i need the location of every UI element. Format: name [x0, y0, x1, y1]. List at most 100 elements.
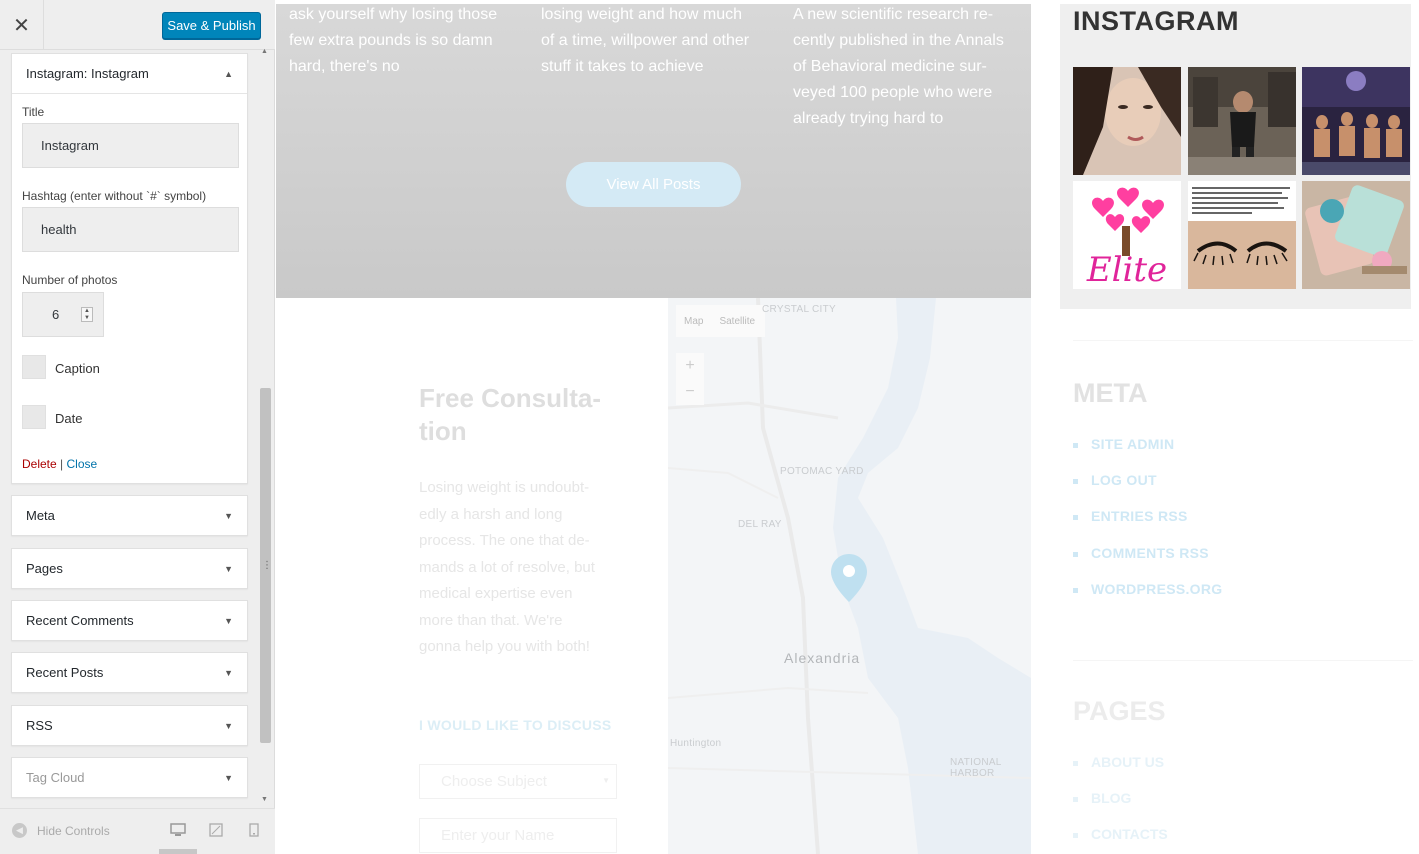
resize-grip-icon[interactable]: ⋮: [262, 560, 272, 571]
scroll-up-icon[interactable]: ▲: [261, 48, 268, 55]
zoom-in-button[interactable]: +: [676, 353, 704, 379]
meta-link-entries-rss[interactable]: ENTRIES RSS: [1073, 508, 1222, 544]
meta-link-wordpress-org[interactable]: WORDPRESS.ORG: [1073, 581, 1222, 617]
widget-rss[interactable]: RSS ▼: [11, 705, 248, 746]
widget-label: Recent Posts: [26, 665, 104, 680]
map-label: DEL RAY: [738, 519, 782, 530]
hashtag-input[interactable]: health: [22, 207, 239, 252]
hashtag-label: Hashtag (enter without `#` symbol): [22, 189, 207, 203]
caret-down-icon[interactable]: ▼: [224, 511, 233, 521]
consultation-text: Losing weight is undoubt- edly a harsh a…: [419, 475, 624, 661]
view-all-posts-button[interactable]: View All Posts: [566, 162, 741, 207]
widget-recent-comments[interactable]: Recent Comments ▼: [11, 600, 248, 641]
delete-link[interactable]: Delete: [22, 457, 57, 471]
elite-logo-text: Elite: [1086, 250, 1167, 289]
text-line: Losing weight is undoubt-: [419, 479, 590, 496]
divider: [1073, 340, 1413, 341]
meta-link-comments-rss[interactable]: COMMENTS RSS: [1073, 545, 1222, 581]
instagram-photo[interactable]: [1073, 67, 1181, 175]
widget-meta[interactable]: Meta ▼: [11, 495, 248, 536]
site-preview: ask yourself why losing those few extra …: [276, 0, 1419, 854]
widget-label: Meta: [26, 508, 55, 523]
discuss-label: I WOULD LIKE TO DISCUSS: [419, 717, 612, 733]
widget-recent-posts[interactable]: Recent Posts ▼: [11, 652, 248, 693]
date-checkbox[interactable]: [22, 405, 46, 429]
hide-controls-button[interactable]: Hide Controls: [37, 824, 110, 838]
tablet-icon[interactable]: [209, 823, 223, 840]
widget-actions: Delete | Close: [22, 457, 97, 471]
instagram-widget-header[interactable]: Instagram: Instagram ▲: [12, 54, 247, 94]
desktop-icon[interactable]: [170, 823, 186, 840]
instagram-photo[interactable]: [1188, 67, 1296, 175]
zoom-out-button[interactable]: −: [676, 379, 704, 405]
caret-down-icon[interactable]: ▼: [224, 668, 233, 678]
caption-label: Caption: [55, 361, 100, 376]
link-separator: |: [60, 457, 64, 471]
sidebar-scrollbar[interactable]: ▲ ▼: [259, 46, 271, 808]
meta-link-log-out[interactable]: LOG OUT: [1073, 472, 1222, 508]
customizer-footer: ◀ Hide Controls: [0, 808, 275, 854]
name-input[interactable]: Enter your Name: [419, 818, 617, 853]
map-type-satellite-button[interactable]: Satellite: [711, 316, 763, 327]
instagram-photo[interactable]: [1302, 67, 1410, 175]
widget-tag-cloud[interactable]: Tag Cloud ▼: [11, 757, 248, 798]
widget-label: Recent Comments: [26, 613, 134, 628]
map-label: Huntington: [670, 738, 722, 749]
instagram-photo[interactable]: [1302, 181, 1410, 289]
pages-link-about[interactable]: ABOUT US: [1073, 754, 1168, 790]
blog-posts-section: ask yourself why losing those few extra …: [276, 4, 1031, 298]
scroll-down-icon[interactable]: ▼: [261, 796, 268, 803]
text-line: medical expertise even: [419, 585, 573, 602]
close-icon[interactable]: ✕: [0, 0, 44, 50]
excerpt-line: few extra pounds is so damn: [289, 32, 493, 49]
map-label: Alexandria: [784, 650, 861, 666]
caret-down-icon[interactable]: ▼: [224, 616, 233, 626]
instagram-photo[interactable]: Elite: [1073, 181, 1181, 289]
instagram-photo[interactable]: [1188, 181, 1296, 289]
pages-link-blog[interactable]: BLOG: [1073, 790, 1168, 826]
caption-checkbox[interactable]: [22, 355, 46, 379]
chevron-down-icon: ▼: [602, 776, 610, 785]
map-type-map-button[interactable]: Map: [676, 316, 711, 327]
title-input[interactable]: Instagram: [22, 123, 239, 168]
post-excerpt: ask yourself why losing those few extra …: [289, 2, 524, 80]
map-label: NATIONAL HARBOR: [950, 757, 1002, 779]
map-pin-icon[interactable]: [830, 553, 868, 608]
instagram-title: INSTAGRAM: [1073, 6, 1239, 36]
widget-pages[interactable]: Pages ▼: [11, 548, 248, 589]
caret-down-icon[interactable]: ▼: [224, 564, 233, 574]
widget-type-label: Instagram:: [26, 66, 88, 81]
title-line: tion: [419, 416, 467, 446]
photos-value: 6: [52, 307, 60, 322]
pages-link-contacts[interactable]: CONTACTS: [1073, 826, 1168, 854]
excerpt-line: of Behavioral medicine sur-: [793, 58, 987, 75]
google-map[interactable]: Map Satellite + − CRYSTAL CITY POTOMAC Y…: [668, 298, 1031, 854]
name-placeholder: Enter your Name: [441, 827, 555, 844]
excerpt-line: of a time, willpower and other: [541, 32, 750, 49]
save-publish-button[interactable]: Save & Publish: [162, 12, 261, 39]
excerpt-line: hard, there's no: [289, 58, 400, 75]
customizer-screen: ✕ Save & Publish Instagram: Instagram ▲ …: [0, 0, 1419, 854]
caret-down-icon[interactable]: ▼: [224, 721, 233, 731]
post-excerpt: losing weight and how much of a time, wi…: [541, 2, 776, 80]
close-link[interactable]: Close: [67, 457, 98, 471]
excerpt-line: stuff it takes to achieve: [541, 58, 704, 75]
zoom-control: + −: [676, 353, 704, 405]
caret-down-icon[interactable]: ▼: [224, 773, 233, 783]
device-indicator: [159, 849, 197, 854]
pages-title: PAGES: [1073, 696, 1166, 726]
subject-select[interactable]: Choose Subject ▼: [419, 764, 617, 799]
excerpt-line: ask yourself why losing those: [289, 6, 498, 23]
meta-link-site-admin[interactable]: SITE ADMIN: [1073, 436, 1222, 472]
excerpt-line: losing weight and how much: [541, 6, 743, 23]
number-spinner[interactable]: ▲ ▼: [81, 307, 93, 322]
text-line: mands a lot of resolve, but: [419, 558, 595, 576]
text-line: more than that. We're: [419, 611, 563, 629]
photos-number-input[interactable]: 6 ▲ ▼: [22, 292, 104, 337]
post-excerpt: A new scientific research re- cently pub…: [793, 2, 1028, 132]
text-line: edly a harsh and long: [419, 505, 563, 523]
collapse-icon[interactable]: ◀: [12, 823, 27, 838]
caret-up-icon[interactable]: ▲: [224, 69, 233, 79]
mobile-icon[interactable]: [249, 823, 259, 840]
consultation-title: Free Consulta- tion: [419, 382, 639, 448]
